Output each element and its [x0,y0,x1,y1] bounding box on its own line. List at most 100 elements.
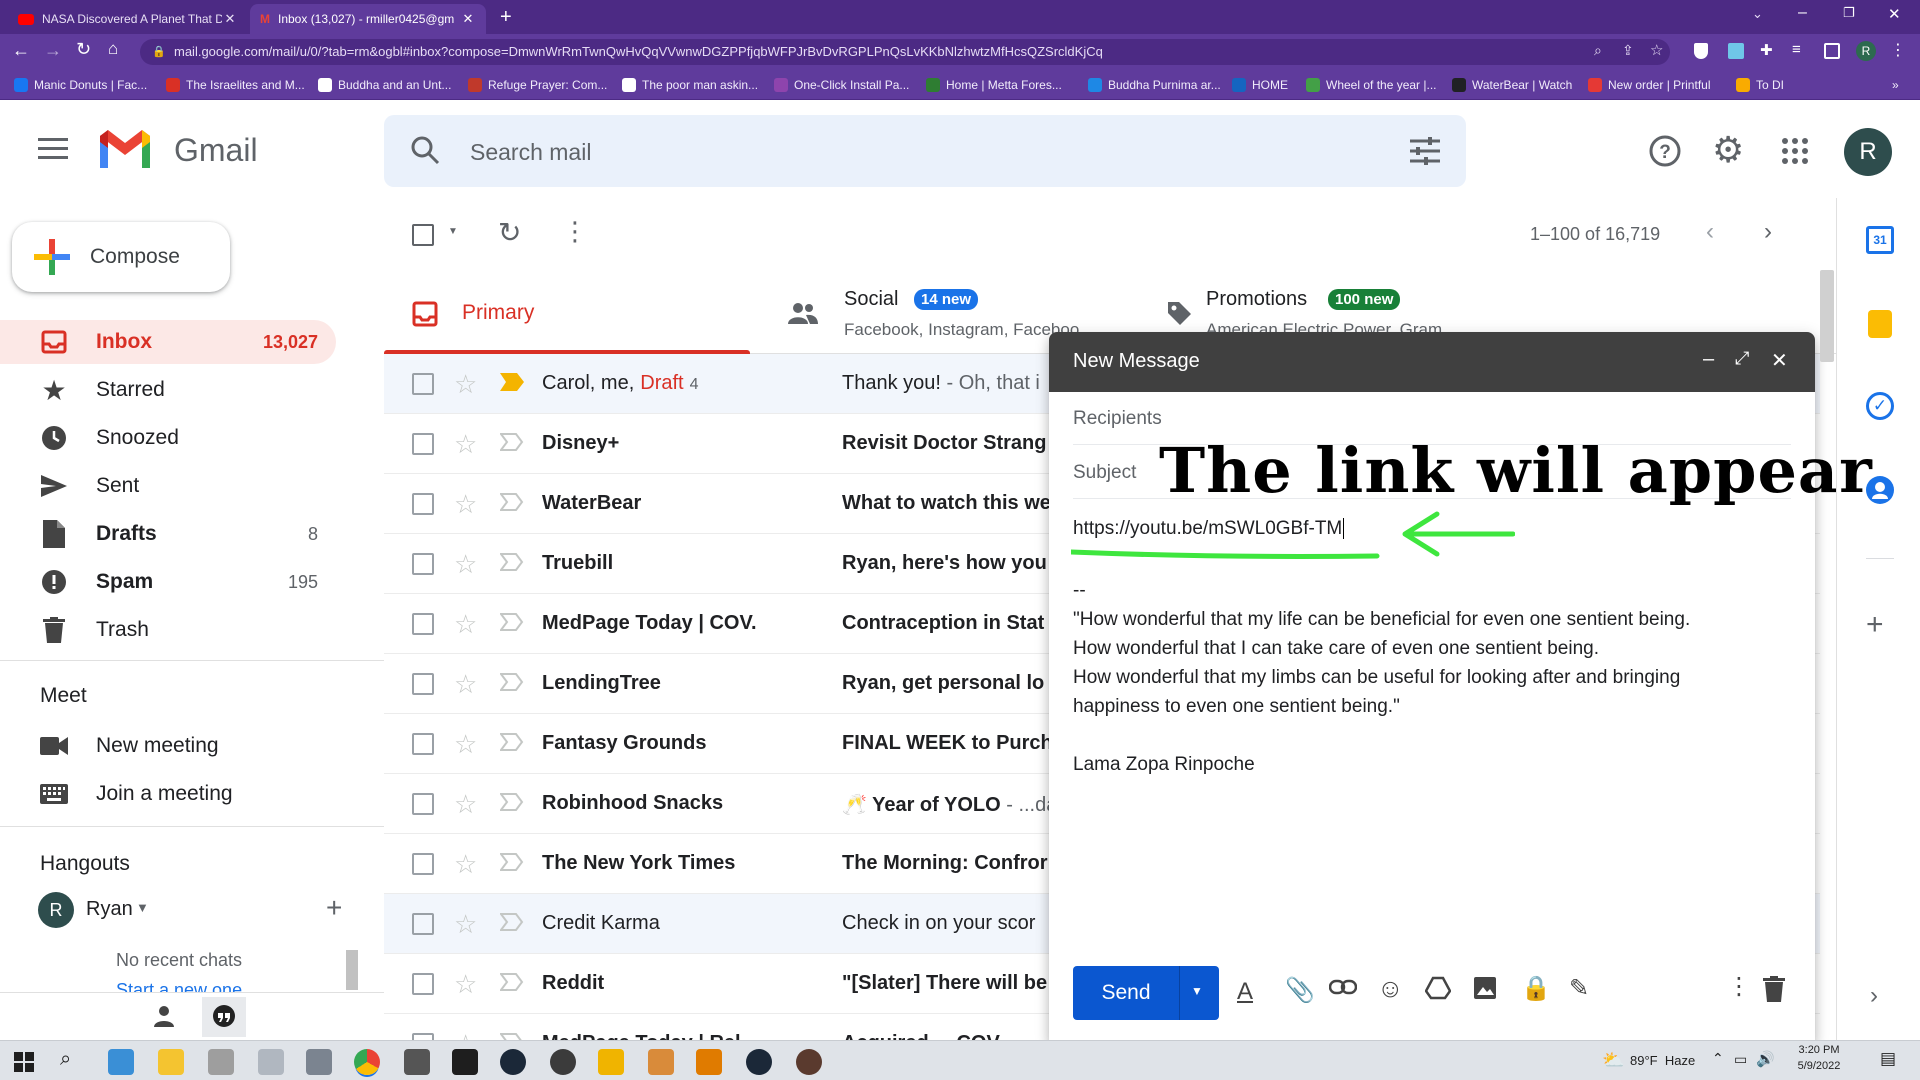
tasks-icon[interactable]: ✓ [1866,392,1894,420]
bookmark-item[interactable]: Buddha Purnima ar... [1088,77,1221,93]
keep-icon[interactable] [1868,310,1892,338]
recipients-field[interactable]: Recipients [1073,408,1162,430]
minimize-window-icon[interactable]: – [1798,4,1807,22]
list-scrollbar[interactable] [1820,270,1834,362]
bookmark-item[interactable]: Home | Metta Fores... [926,77,1062,93]
network-icon[interactable]: ▭ [1734,1051,1747,1068]
close-window-icon[interactable]: ✕ [1888,5,1901,23]
browser-menu-icon[interactable]: ⋮ [1890,40,1906,60]
side-panel-icon[interactable] [1824,43,1840,59]
discard-draft-icon[interactable] [1763,976,1785,1002]
tray-chevron-icon[interactable]: ⌃ [1712,1050,1724,1067]
join-meeting-button[interactable]: Join a meeting [0,772,336,816]
fullscreen-icon[interactable]: ⤢ [1735,348,1749,369]
browser-tab-youtube[interactable]: NASA Discovered A Planet That D ✕ [8,4,248,34]
extension-image-icon[interactable] [1728,43,1744,59]
taskbar-app-icon[interactable] [452,1049,478,1075]
bookmark-item[interactable]: Manic Donuts | Fac... [14,77,147,93]
star-icon[interactable]: ☆ [454,670,477,698]
attach-file-icon[interactable]: 📎 [1285,976,1315,1005]
emoji-icon[interactable]: ☺ [1377,973,1404,1004]
bookmark-star-icon[interactable]: ☆ [1650,41,1663,59]
back-icon[interactable]: ← [12,40,30,61]
send-button[interactable]: Send ▼ [1073,966,1219,1020]
sidebar-item-drafts[interactable]: Drafts 8 [0,512,336,556]
more-bookmarks-icon[interactable]: » [1892,77,1899,93]
email-checkbox[interactable] [412,553,434,575]
email-checkbox[interactable] [412,673,434,695]
bookmark-item[interactable]: Refuge Prayer: Com... [468,77,607,93]
formatting-icon[interactable]: A [1237,978,1253,1006]
importance-marker-icon[interactable] [500,673,524,691]
steam-icon[interactable] [500,1049,526,1075]
star-icon[interactable]: ☆ [454,370,477,398]
bookmark-item[interactable]: The Israelites and M... [166,77,305,93]
taskbar-app-icon[interactable] [796,1049,822,1075]
hangouts-user-avatar[interactable]: R [38,892,74,928]
taskbar-gamepad-icon[interactable] [306,1049,332,1075]
bookmark-item[interactable]: Buddha and an Unt... [318,77,451,93]
gmail-logo-icon[interactable] [98,128,152,170]
weather-icon[interactable]: ⛅ [1602,1050,1624,1071]
email-checkbox[interactable] [412,433,434,455]
sidebar-item-sent[interactable]: Sent [0,464,336,508]
star-icon[interactable]: ☆ [454,970,477,998]
account-avatar[interactable]: R [1844,128,1892,176]
confidential-mode-icon[interactable]: 🔒 [1521,974,1551,1003]
message-link-text[interactable]: https://youtu.be/mSWL0GBf-TM [1073,518,1345,540]
sidebar-item-inbox[interactable]: Inbox 13,027 [0,320,336,364]
taskbar-app-icon[interactable] [108,1049,134,1075]
chevron-down-icon[interactable]: ▼ [136,900,149,915]
bookmark-item[interactable]: Wheel of the year |... [1306,77,1437,93]
taskbar-app-icon[interactable] [648,1049,674,1075]
search-icon[interactable] [410,135,440,165]
bookmark-item[interactable]: One-Click Install Pa... [774,77,909,93]
windows-start-icon[interactable] [14,1052,34,1072]
weather-text[interactable]: 89°F Haze [1630,1053,1695,1068]
taskbar-app-icon[interactable] [598,1049,624,1075]
main-menu-icon[interactable] [38,138,68,160]
chrome-icon[interactable] [354,1049,380,1075]
home-icon[interactable]: ⌂ [108,39,118,59]
address-bar[interactable]: 🔒 mail.google.com/mail/u/0/?tab=rm&ogbl#… [140,39,1670,65]
bookmark-item[interactable]: HOME [1232,77,1288,93]
refresh-icon[interactable]: ↻ [498,216,521,249]
calendar-icon[interactable]: 31 [1866,226,1894,254]
contacts-person-icon[interactable] [152,1005,176,1027]
more-compose-options-icon[interactable]: ⋮ [1727,972,1751,1001]
taskbar-search-icon[interactable]: ⌕ [60,1048,71,1071]
email-checkbox[interactable] [412,913,434,935]
taskbar-app-icon[interactable] [258,1049,284,1075]
insert-photo-icon[interactable] [1473,976,1497,1000]
start-new-chat-link[interactable]: Start a new one [116,978,242,992]
hangouts-user-name[interactable]: Ryan [86,898,133,921]
insert-link-icon[interactable] [1329,978,1357,996]
star-icon[interactable]: ☆ [454,550,477,578]
importance-marker-icon[interactable] [500,613,524,631]
bookmark-item[interactable]: To DI [1736,77,1784,93]
search-bar[interactable]: Search mail [384,115,1466,187]
tab-search-icon[interactable]: ⌄ [1752,6,1763,22]
taskbar-app-icon[interactable] [208,1049,234,1075]
sidebar-item-trash[interactable]: Trash [0,608,336,652]
previous-page-icon[interactable]: ‹ [1706,218,1714,246]
close-icon[interactable]: ✕ [1771,348,1788,373]
apps-grid-icon[interactable] [1782,138,1808,164]
forward-icon[interactable]: → [44,40,62,61]
email-checkbox[interactable] [412,493,434,515]
search-input[interactable]: Search mail [470,139,591,166]
hangouts-scrollbar[interactable] [346,950,358,990]
zoom-icon[interactable]: ⌕ [1594,42,1602,59]
sidebar-item-spam[interactable]: Spam 195 [0,560,336,604]
send-options-chevron-icon[interactable]: ▼ [1191,984,1203,998]
bookmark-item[interactable]: New order | Printful [1588,77,1711,93]
notifications-icon[interactable]: ▤ [1880,1049,1896,1069]
sidebar-item-snoozed[interactable]: Snoozed [0,416,336,460]
bookmark-item[interactable]: WaterBear | Watch [1452,77,1572,93]
tab-close-icon[interactable]: ✕ [460,11,476,27]
star-icon[interactable]: ☆ [454,850,477,878]
reload-icon[interactable]: ↻ [76,39,91,60]
hangouts-tab[interactable] [202,997,246,1037]
volume-icon[interactable]: 🔊 [1756,1050,1775,1068]
minimize-icon[interactable]: – [1703,348,1714,371]
